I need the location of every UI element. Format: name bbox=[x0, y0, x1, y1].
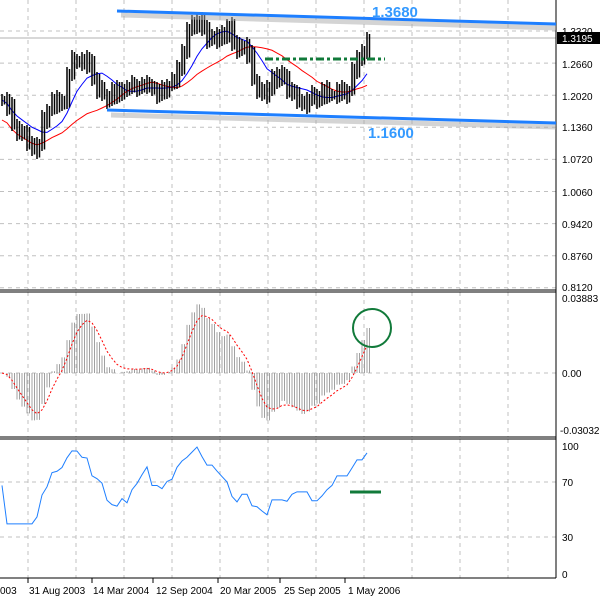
rsi-line bbox=[1, 446, 368, 525]
highlight-circle bbox=[352, 308, 392, 348]
chart-canvas[interactable] bbox=[0, 0, 600, 601]
trading-chart: 1.3680 1.1600 1.3195 1.3320 1.2660 1.202… bbox=[0, 0, 600, 601]
